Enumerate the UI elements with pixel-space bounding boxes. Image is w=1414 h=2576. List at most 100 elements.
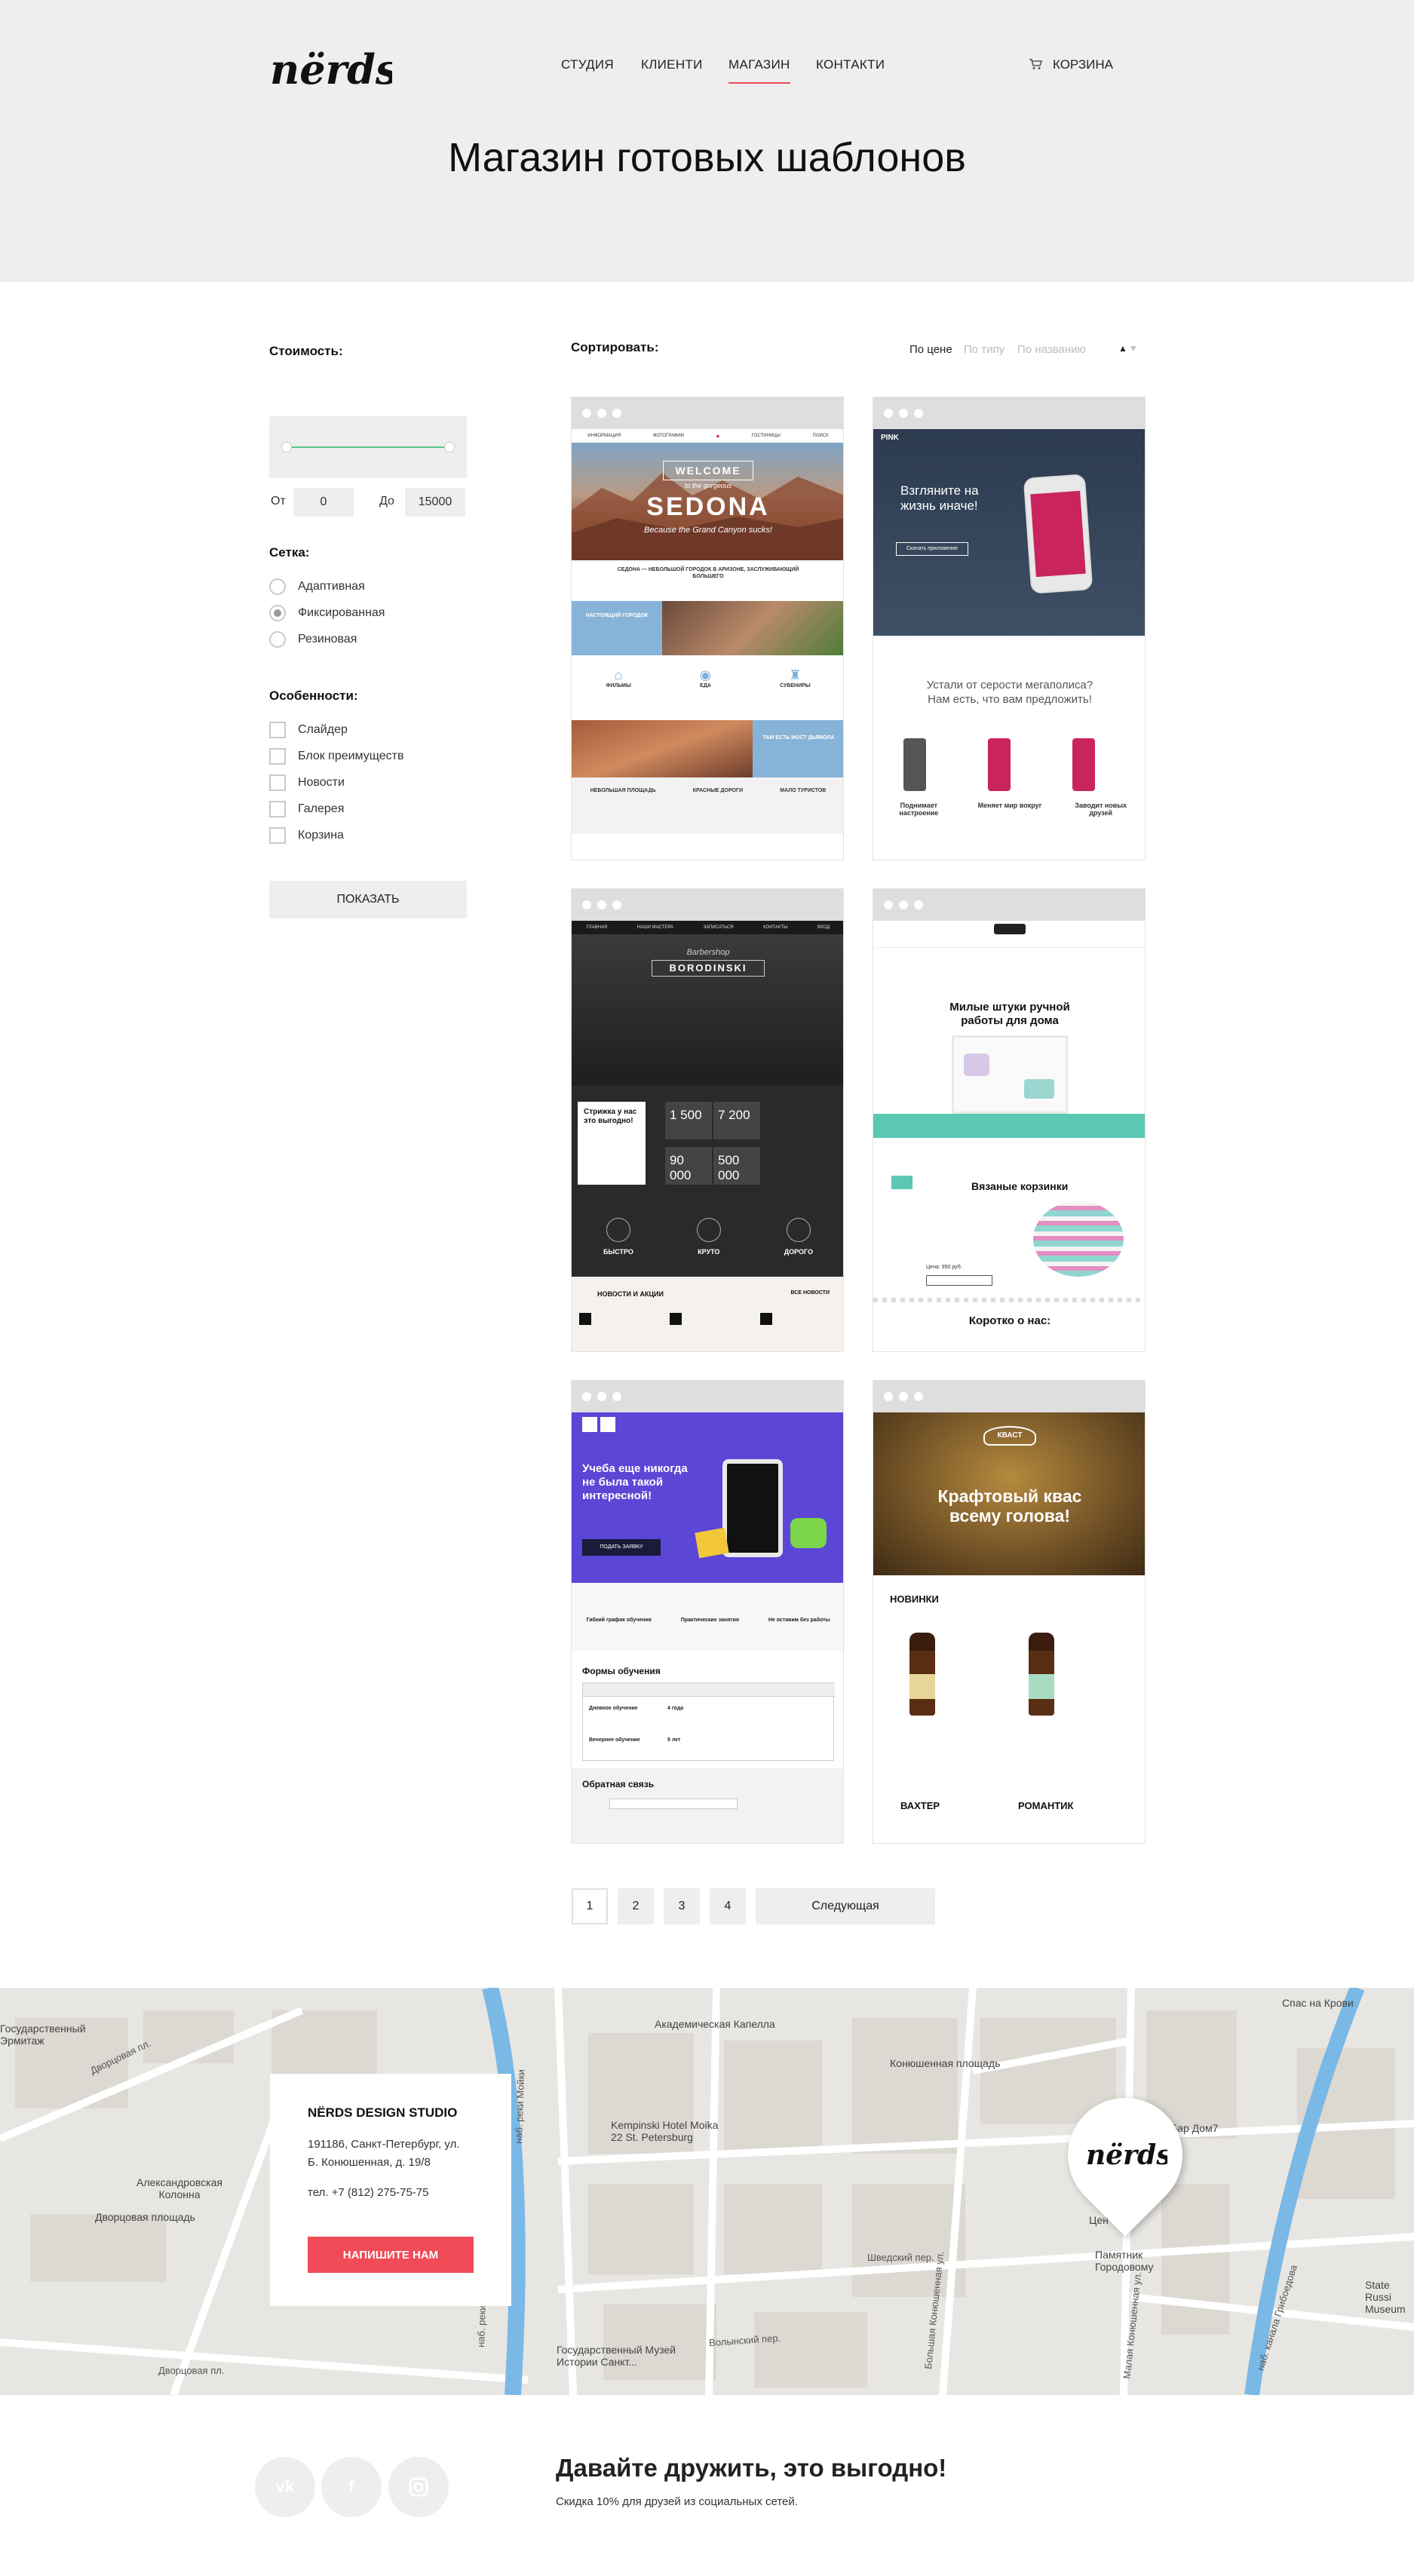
- studio-phone: тел. +7 (812) 275-75-75: [308, 2186, 429, 2199]
- instagram-icon[interactable]: [388, 2457, 449, 2517]
- map-label-monument: Памятник Городовому: [1095, 2249, 1154, 2273]
- feature-gallery[interactable]: Галерея: [269, 801, 344, 817]
- page-4[interactable]: 4: [710, 1888, 746, 1924]
- browser-bar: [572, 889, 843, 921]
- from-label: От: [271, 495, 286, 508]
- pink-hero: Взгляните на жизнь иначе!: [900, 483, 979, 513]
- price-slider: [269, 416, 467, 478]
- price-heading: Стоимость:: [269, 344, 343, 358]
- grid-option-adaptive[interactable]: Адаптивная: [269, 578, 365, 595]
- feature-cart[interactable]: Корзина: [269, 827, 344, 844]
- phone-mockup: [1024, 475, 1092, 593]
- page-header: nërds Студия Клиенти Магазин Контакти Ко…: [0, 0, 1414, 282]
- map-label-chapel: Академическая Капелла: [655, 2018, 775, 2030]
- browser-bar: [873, 397, 1145, 429]
- feature-benefits[interactable]: Блок преимуществ: [269, 748, 403, 765]
- checkbox[interactable]: [269, 774, 286, 791]
- footer-subtitle: Скидка 10% для друзей из социальных сете…: [556, 2495, 798, 2508]
- page-3[interactable]: 3: [664, 1888, 700, 1924]
- bottle-vakhter: [909, 1633, 935, 1716]
- template-preview: КВАСТ Крафтовый квас всему голова! НОВИН…: [873, 1412, 1145, 1843]
- footer-title: Давайте дружить, это выгодно!: [556, 2454, 947, 2482]
- browser-bar: [572, 1381, 843, 1412]
- feature-news[interactable]: Новости: [269, 774, 345, 791]
- map-label-museum-ru: State Russi Museum: [1365, 2279, 1406, 2315]
- price-to-input[interactable]: [405, 488, 465, 517]
- svg-text:nërds: nërds: [1086, 2139, 1167, 2171]
- feature-slider[interactable]: Слайдер: [269, 722, 348, 738]
- grid-option-fluid[interactable]: Резиновая: [269, 631, 357, 648]
- map-label-konyushennaya-square: Конюшенная площадь: [890, 2057, 1001, 2069]
- show-button[interactable]: Показать: [269, 881, 467, 918]
- checkbox[interactable]: [269, 722, 286, 738]
- template-preview: PINK Взгляните на жизнь иначе! Скачать п…: [873, 429, 1145, 860]
- radio-button-selected[interactable]: [269, 605, 286, 621]
- page-title: Магазин готовых шаблонов: [448, 135, 966, 180]
- template-card-academy[interactable]: Учеба еще никогда не была такой интересн…: [571, 1380, 844, 1844]
- shop-product-title: Вязаные корзинки: [971, 1180, 1069, 1192]
- template-preview: ГЛАВНАЯ НАШИ МАСТЕРА ЗАПИСАТЬСЯ КОНТАКТЫ ВХО…: [572, 921, 843, 1351]
- slider-handle-min[interactable]: [281, 442, 292, 452]
- browser-bar: [873, 889, 1145, 921]
- price-from-input[interactable]: [293, 488, 354, 517]
- map-street: Дворцовая пл.: [158, 2365, 225, 2376]
- nav-contacts[interactable]: Контакти: [816, 57, 885, 72]
- map-label-history-museum: Государственный Музей Истории Санкт...: [557, 2344, 676, 2368]
- vk-icon[interactable]: vk: [255, 2457, 315, 2517]
- slider-track: [287, 446, 449, 448]
- template-card-handmade-shop[interactable]: Милые штуки ручной работы для дома Вязан…: [873, 888, 1146, 1352]
- map-label-column: Александровская Колонна: [136, 2176, 222, 2200]
- template-card-barbershop[interactable]: ГЛАВНАЯ НАШИ МАСТЕРА ЗАПИСАТЬСЯ КОНТАКТЫ ВХО…: [571, 888, 844, 1352]
- nav-studio[interactable]: Студия: [561, 57, 614, 72]
- page-2[interactable]: 2: [618, 1888, 654, 1924]
- nerds-logo[interactable]: nërds: [268, 41, 392, 94]
- preview-nav: ИНФОРМАЦИЯ ФОТОГРАФИИ ◆ ГОСТИНИЦЫ ПОИСК: [572, 429, 843, 443]
- radio-button[interactable]: [269, 631, 286, 648]
- facebook-icon[interactable]: f: [321, 2457, 382, 2517]
- map-street: Шведский пер.: [867, 2252, 934, 2263]
- template-card-kvas[interactable]: КВАСТ Крафтовый квас всему голова! НОВИН…: [873, 1380, 1146, 1844]
- to-label: До: [379, 495, 394, 508]
- next-page-button[interactable]: Следующая: [756, 1888, 935, 1924]
- template-preview: ИНФОРМАЦИЯ ФОТОГРАФИИ ◆ ГОСТИНИЦЫ ПОИСК WELC…: [572, 429, 843, 860]
- nav-shop[interactable]: Магазин: [728, 57, 790, 84]
- map-label-square: Дворцовая площадь: [95, 2211, 195, 2223]
- kvas-hero: Крафтовый квас всему голова!: [937, 1486, 1082, 1526]
- features-heading: Особенности:: [269, 688, 358, 703]
- grid-option-fixed[interactable]: Фиксированная: [269, 605, 385, 621]
- cart-link[interactable]: Корзина: [1029, 57, 1114, 72]
- radio-button[interactable]: [269, 578, 286, 595]
- checkbox[interactable]: [269, 801, 286, 817]
- sedona-hero: WELCOME to the gorgeous SEDONA Because t…: [572, 443, 843, 560]
- contact-us-button[interactable]: Напишите нам: [308, 2237, 474, 2273]
- cart-icon: [1029, 59, 1042, 69]
- studio-info-card: NËRDS DESIGN STUDIO 191186, Санкт-Петерб…: [270, 2074, 511, 2306]
- page-1[interactable]: 1: [572, 1888, 608, 1924]
- slider-handle-max[interactable]: [444, 442, 455, 452]
- template-card-sedona[interactable]: ИНФОРМАЦИЯ ФОТОГРАФИИ ◆ ГОСТИНИЦЫ ПОИСК WELC…: [571, 397, 844, 860]
- bottle-romantik: [1029, 1633, 1054, 1716]
- studio-name: NËRDS DESIGN STUDIO: [308, 2105, 458, 2120]
- sort-direction[interactable]: ▲▼: [1118, 343, 1139, 354]
- sort-by-type[interactable]: По типу: [964, 343, 1005, 356]
- sedona-title: SEDONA: [646, 492, 770, 521]
- checkbox[interactable]: [269, 827, 286, 844]
- map-marker-logo: nërds: [1086, 2139, 1167, 2171]
- academy-hero: Учеба еще никогда не была такой интересн…: [582, 1462, 688, 1502]
- template-card-pink[interactable]: PINK Взгляните на жизнь иначе! Скачать п…: [873, 397, 1146, 860]
- cart-label: Корзина: [1053, 57, 1114, 72]
- barber-logo: BORODINSKI: [652, 960, 765, 977]
- nav-clients[interactable]: Клиенти: [641, 57, 703, 72]
- sort-by-name[interactable]: По названию: [1017, 343, 1086, 356]
- browser-bar: [572, 397, 843, 429]
- sort-by-price[interactable]: По цене: [909, 343, 952, 356]
- map-label-spas: Спас на Крови: [1282, 1997, 1354, 2009]
- location-map[interactable]: Государственный Эрмитаж Академическая Ка…: [0, 1988, 1414, 2395]
- svg-text:nërds: nërds: [270, 45, 392, 94]
- checkbox[interactable]: [269, 748, 286, 765]
- studio-address-1: 191186, Санкт-Петербург, ул.: [308, 2138, 460, 2151]
- sedona-welcome: WELCOME: [663, 461, 753, 480]
- sort-label: Сортировать:: [571, 340, 659, 354]
- map-label-hermitage: Государственный Эрмитаж: [0, 2022, 86, 2047]
- browser-bar: [873, 1381, 1145, 1412]
